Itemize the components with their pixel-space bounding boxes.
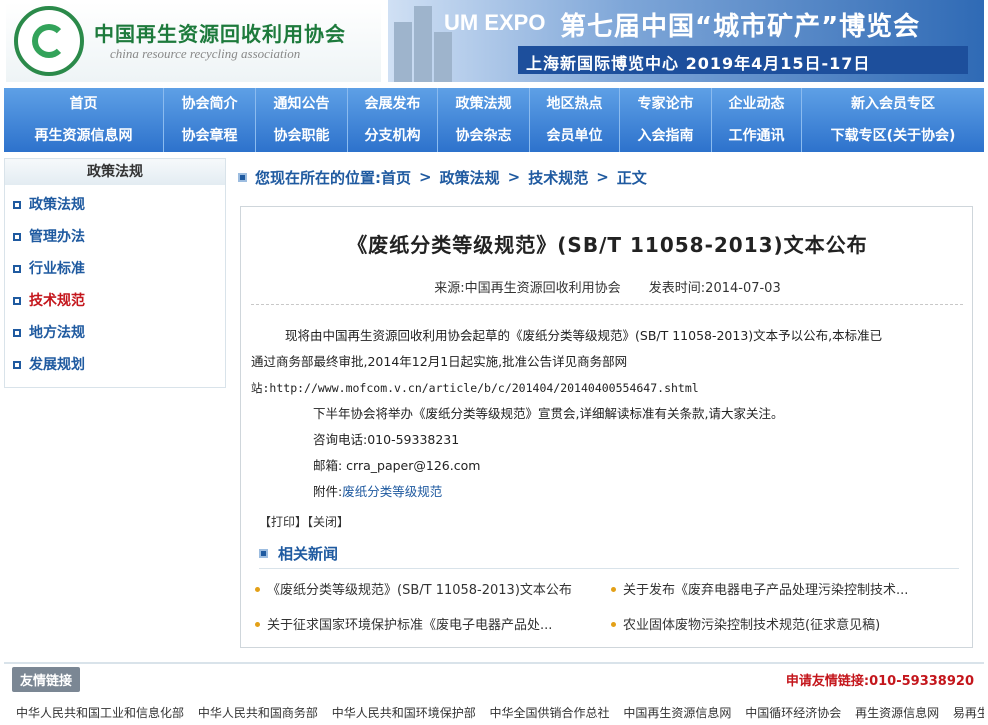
friend-link[interactable]: 易再生网 [953,706,984,720]
nav-item-charter[interactable]: 协会章程 [164,120,256,152]
association-emblem-icon [14,6,84,76]
breadcrumb-tech-specs[interactable]: 技术规范 [528,167,588,188]
attachment-label: 附件: [313,484,343,499]
friend-links-apply: 申请友情链接:010-59338920 [785,673,974,689]
body-url-line[interactable]: 站:http://www.mofcom.v.cn/article/b/c/201… [251,375,966,401]
sidebar-item-standards[interactable]: 行业标准 [5,253,225,285]
body-paragraph: 现将由中国再生资源回收利用协会起草的《废纸分类等级规范》(SB/T 11058-… [285,328,883,343]
sidebar-item-planning[interactable]: 发展规划 [5,349,225,381]
sidebar: 政策法规 政策法规 管理办法 行业标准 技术规范 地方法规 发展规划 [4,158,226,388]
article-meta: 来源:中国再生资源回收利用协会 发表时间:2014-07-03 [241,277,974,296]
friend-link[interactable]: 中华人民共和国工业和信息化部 [16,706,184,720]
sidebar-item-label: 技术规范 [29,293,85,309]
breadcrumb-separator-icon: > [596,168,609,186]
sidebar-item-label: 发展规划 [29,357,85,373]
friend-link[interactable]: 中国循环经济协会 [745,706,841,720]
related-news-header: 相关新闻 [259,539,959,569]
nav-item-policy[interactable]: 政策法规 [438,88,530,120]
body-paragraph: 下半年协会将举办《废纸分类等级规范》宣贯会,详细解读标准有关条款,请大家关注。 [313,406,784,421]
sidebar-item-label: 管理办法 [29,229,85,245]
sidebar-item-label: 政策法规 [29,197,85,213]
nav-item-experts[interactable]: 专家论市 [620,88,712,120]
nav-row-2: 再生资源信息网 协会章程 协会职能 分支机构 协会杂志 会员单位 入会指南 工作… [4,120,984,152]
nav-item-newsletter[interactable]: 工作通讯 [712,120,802,152]
banner-title-cn: 第七届中国“城市矿产”博览会 [560,12,921,42]
breadcrumb-separator-icon: > [419,168,432,186]
divider [251,304,963,305]
related-news-list: 《废纸分类等级规范》(SB/T 11058-2013)文本公布 关于发布《废弃电… [255,579,965,633]
friend-link[interactable]: 中华人民共和国商务部 [198,706,318,720]
site-logo[interactable]: 中国再生资源回收利用协会 china resource recycling as… [6,2,381,82]
square-bullet-icon [13,361,21,369]
nav-item-news[interactable]: 企业动态 [712,88,802,120]
sidebar-title: 政策法规 [5,159,225,185]
related-news-item[interactable]: 关于发布《废弃电器电子产品处理污染控制技术... [611,579,961,598]
logo-subtitle: china resource recycling association [110,46,301,61]
square-bullet-icon [13,201,21,209]
sidebar-item-label: 地方法规 [29,325,85,341]
expo-banner[interactable]: UM EXPO 第七届中国“城市矿产”博览会 上海新国际博览中心 2019年4月… [388,0,984,82]
breadcrumb-separator-icon: > [507,168,521,186]
sidebar-item-management[interactable]: 管理办法 [5,221,225,253]
print-close-links[interactable]: 【打印】【关闭】 [259,513,349,530]
friend-link[interactable]: 中华全国供销合作总社 [490,706,610,720]
friend-link[interactable]: 中国再生资源信息网 [623,706,731,720]
square-bullet-icon [238,172,247,182]
site-header: 中国再生资源回收利用协会 china resource recycling as… [0,0,988,84]
related-news-item[interactable]: 农业固体废物污染控制技术规范(征求意见稿) [611,614,961,633]
related-news-item[interactable]: 《废纸分类等级规范》(SB/T 11058-2013)文本公布 [255,579,611,598]
nav-item-join-guide[interactable]: 入会指南 [620,120,712,152]
square-bullet-icon [259,549,268,558]
breadcrumb: 您现在所在的位置: 首页 > 政策法规 > 技术规范 > 正文 [238,164,647,190]
banner-subtitle: 上海新国际博览中心 2019年4月15日-17日 [518,46,968,74]
nav-item-about[interactable]: 协会简介 [164,88,256,120]
friend-link[interactable]: 再生资源信息网 [855,706,939,720]
attachment-line: 附件:废纸分类等级规范 [251,479,966,505]
related-news-title: 相关新闻 [278,545,339,563]
article-body: 现将由中国再生资源回收利用协会起草的《废纸分类等级规范》(SB/T 11058-… [251,323,966,505]
logo-title: 中国再生资源回收利用协会 [94,22,346,46]
sidebar-item-local-rules[interactable]: 地方法规 [5,317,225,349]
nav-item-branches[interactable]: 分支机构 [348,120,438,152]
attachment-link[interactable]: 废纸分类等级规范 [342,484,442,499]
sidebar-item-label: 行业标准 [29,261,85,277]
friend-links-list: 中华人民共和国工业和信息化部 中华人民共和国商务部 中华人民共和国环境保护部 中… [16,704,984,721]
nav-item-downloads[interactable]: 下载专区(关于协会) [802,120,984,152]
main-nav: 首页 协会简介 通知公告 会展发布 政策法规 地区热点 专家论市 企业动态 新入… [4,88,984,152]
article-title: 《废纸分类等级规范》(SB/T 11058-2013)文本公布 [347,233,868,257]
square-bullet-icon [13,265,21,273]
breadcrumb-home[interactable]: 首页 [381,167,411,188]
contact-email: 邮箱: crra_paper@126.com [313,458,481,473]
sidebar-item-tech-specs[interactable]: 技术规范 [5,285,225,317]
breadcrumb-current: 正文 [616,168,647,187]
article-panel: 《废纸分类等级规范》(SB/T 11058-2013)文本公布 来源:中国再生资… [240,206,973,648]
nav-item-notices[interactable]: 通知公告 [256,88,348,120]
nav-item-magazine[interactable]: 协会杂志 [438,120,530,152]
body-paragraph: 通过商务部最终审批,2014年12月1日起实施,批准公告详见商务部网 [251,354,628,369]
nav-item-exhibitions[interactable]: 会展发布 [348,88,438,120]
friend-links-bar: 友情链接 申请友情链接:010-59338920 [4,662,984,694]
breadcrumb-policy[interactable]: 政策法规 [440,167,500,188]
article-source: 来源:中国再生资源回收利用协会 [434,281,621,296]
nav-item-regional[interactable]: 地区热点 [530,88,620,120]
nav-item-home[interactable]: 首页 [4,88,164,120]
nav-item-info-network[interactable]: 再生资源信息网 [4,120,164,152]
square-bullet-icon [13,233,21,241]
contact-phone: 咨询电话:010-59338231 [313,432,460,447]
nav-item-members[interactable]: 会员单位 [530,120,620,152]
nav-row-1: 首页 协会简介 通知公告 会展发布 政策法规 地区热点 专家论市 企业动态 新入… [4,88,984,120]
friend-links-label: 友情链接 [12,666,81,692]
nav-item-new-members[interactable]: 新入会员专区 [802,88,984,120]
square-bullet-icon [13,297,21,305]
breadcrumb-prefix: 您现在所在的位置: [255,168,381,187]
friend-link[interactable]: 中华人民共和国环境保护部 [332,706,476,720]
nav-item-functions[interactable]: 协会职能 [256,120,348,152]
banner-title-en: UM EXPO [444,10,546,35]
sidebar-item-policy[interactable]: 政策法规 [5,189,225,221]
article-date: 发表时间:2014-07-03 [648,281,781,296]
related-news-item[interactable]: 关于征求国家环境保护标准《废电子电器产品处... [255,614,611,633]
square-bullet-icon [13,329,21,337]
